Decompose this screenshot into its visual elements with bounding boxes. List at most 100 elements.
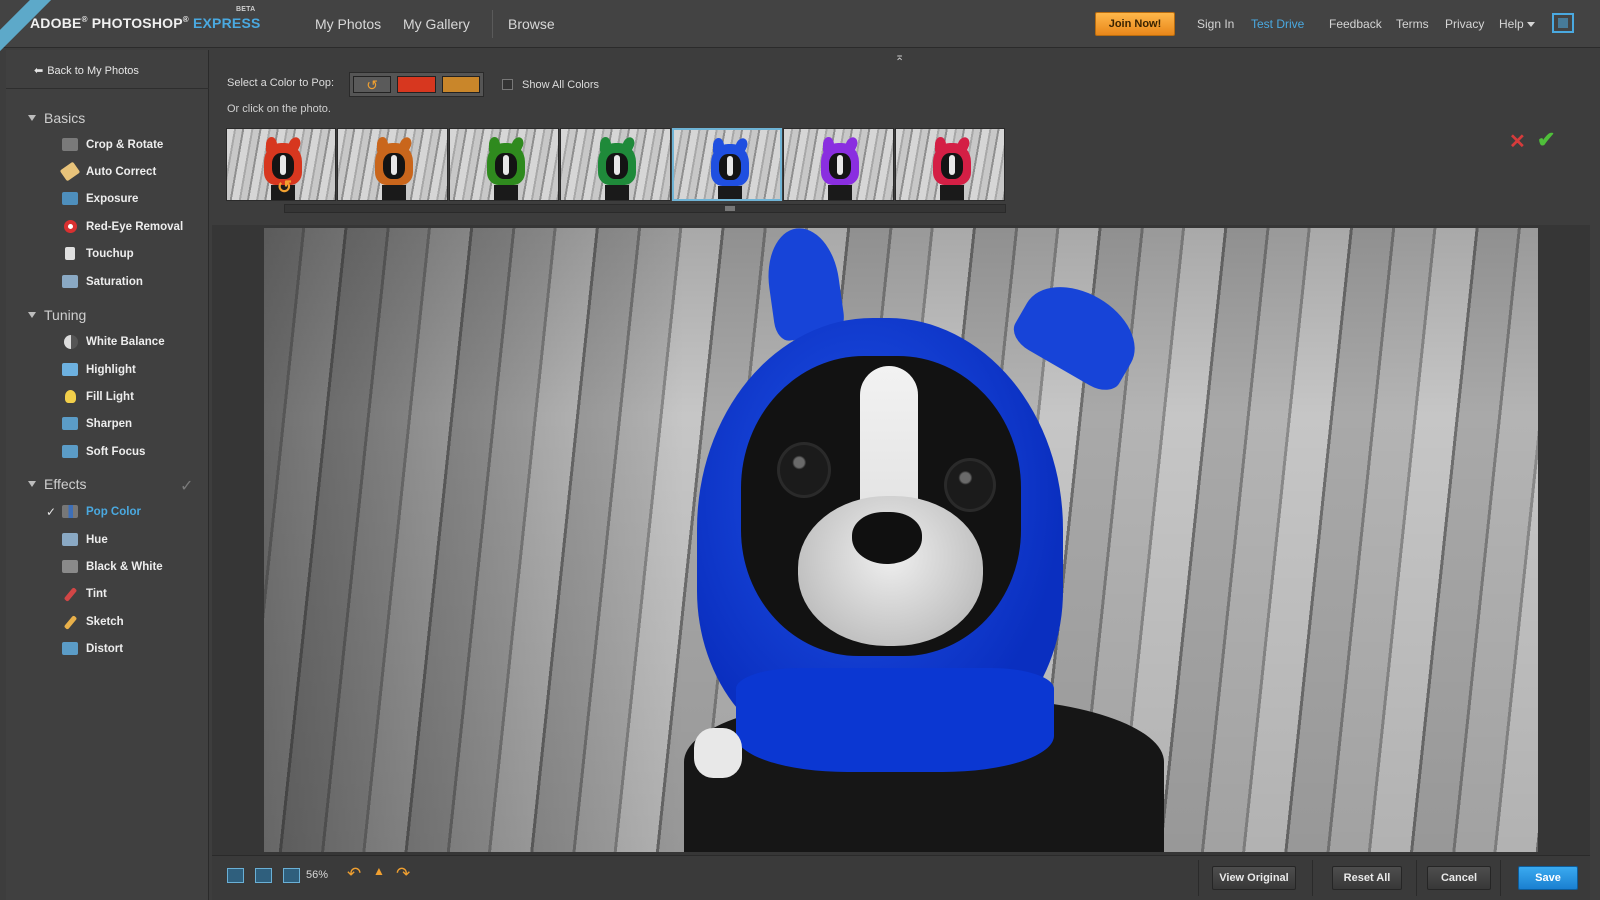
tool-black-white[interactable]: Black & White [62,556,202,578]
tool-hue[interactable]: Hue [62,529,202,551]
section-basics-label: Basics [44,110,86,126]
color-thumbnail[interactable] [560,128,671,201]
reset-all-button[interactable]: Reset All [1332,866,1402,890]
tool-touchup[interactable]: Touchup [62,243,202,265]
white-balance-icon [64,335,78,349]
thumbnail-dog-legs [605,185,630,200]
dog-paw [694,728,742,778]
back-to-my-photos-link[interactable]: ⬅ Back to My Photos [34,64,139,77]
color-thumbnail[interactable] [337,128,448,201]
tool-label: White Balance [86,336,165,348]
orange-swatch[interactable] [441,76,480,93]
actual-size-icon[interactable] [283,868,300,883]
thumbnail-dog-face [718,154,741,180]
link-test-drive[interactable]: Test Drive [1251,17,1304,31]
view-original-button[interactable]: View Original [1212,866,1296,890]
section-tuning-label: Tuning [44,307,87,323]
link-sign-in[interactable]: Sign In [1197,17,1234,31]
tool-auto-correct[interactable]: Auto Correct [59,161,202,183]
cancel-button[interactable]: Cancel [1427,866,1491,890]
tool-distort[interactable]: Distort [62,638,202,660]
tool-fill-light[interactable]: Fill Light [62,386,202,408]
checkmark-icon[interactable]: ✔ [1537,127,1555,153]
tool-label: Distort [86,643,124,655]
undo-icon[interactable]: ↶ [347,864,361,884]
color-thumbnail[interactable]: ↺ [226,128,337,201]
section-tuning[interactable]: Tuning [28,307,86,323]
tool-white-balance[interactable]: White Balance [62,331,202,353]
tool-highlight[interactable]: Highlight [62,359,202,381]
save-button[interactable]: Save [1518,866,1578,890]
edited-photo[interactable] [264,228,1538,852]
tool-exposure[interactable]: Exposure [62,188,202,210]
color-thumbnail[interactable] [448,128,560,201]
tool-soft-focus[interactable]: Soft Focus [62,441,202,463]
back-link-label: Back to My Photos [47,65,139,77]
color-thumbnail[interactable] [894,128,1005,201]
link-help[interactable]: Help [1499,17,1524,31]
pencil-icon [63,615,78,630]
tool-label: Sketch [86,616,124,628]
undo-swatch-icon[interactable]: ↺ [353,76,392,93]
soft-focus-icon [62,445,78,458]
fullscreen-icon[interactable] [1552,13,1574,33]
nav-my-gallery[interactable]: My Gallery [403,16,470,32]
light-bulb-icon [65,390,76,403]
nav-my-photos[interactable]: My Photos [315,16,381,32]
fit-view-icon[interactable] [227,868,244,883]
redo-icon[interactable]: ↷ [396,864,410,884]
tool-label: Black & White [86,561,163,573]
color-swatches: ↺ [349,72,484,97]
zoom-level: 56% [306,869,329,881]
collapse-panel-icon[interactable]: ⌅ [895,52,904,63]
section-basics[interactable]: Basics [28,110,85,126]
app-logo[interactable]: ADOBE® PHOTOSHOP® EXPRESS BETA [30,6,261,31]
dog-eye-left [777,442,831,498]
color-thumbnail[interactable] [783,128,894,201]
bottom-toolbar: 56% ↶ ▲ ↷ View Original Reset All Cancel… [212,855,1590,900]
link-feedback[interactable]: Feedback [1329,17,1382,31]
auto-correct-icon [59,161,81,182]
show-all-colors-checkbox[interactable] [502,79,513,90]
thumbnail-dog-face [494,153,517,179]
color-thumbnails: ↺ [226,128,1006,201]
dog-eye-right [944,458,996,512]
tool-crop-rotate[interactable]: Crop & Rotate [62,134,202,156]
link-privacy[interactable]: Privacy [1445,17,1484,31]
thumbnail-dog-face [829,153,852,179]
logo-adobe: ADOBE [30,15,82,31]
chevron-down-icon[interactable] [1527,22,1535,27]
tool-red-eye-removal[interactable]: Red-Eye Removal [62,216,202,238]
tool-sketch[interactable]: Sketch [62,611,202,633]
sidebar-divider [6,88,209,89]
tool-saturation[interactable]: Saturation [62,271,202,293]
tool-pop-color[interactable]: Pop Color [62,501,202,523]
section-effects-label: Effects [44,476,87,492]
close-icon[interactable]: ✕ [1509,129,1526,154]
tool-label: Exposure [86,193,139,205]
grid-view-icon[interactable] [255,868,272,883]
color-thumbnail[interactable] [671,128,783,201]
saturation-icon [62,275,78,288]
tool-label: Touchup [86,248,134,260]
join-now-button[interactable]: Join Now! [1095,12,1175,36]
rotate-icon[interactable]: ▲ [373,864,385,878]
hood-ear-right [1007,268,1151,398]
tool-tint[interactable]: Tint [62,583,202,605]
thumbnail-scrollbar[interactable] [284,204,1006,213]
triangle-down-icon [28,115,36,121]
top-bar: ADOBE® PHOTOSHOP® EXPRESS BETA My Photos… [0,0,1600,55]
link-terms[interactable]: Terms [1396,17,1429,31]
nav-browse[interactable]: Browse [508,16,555,32]
blue-sweater [736,668,1054,772]
section-effects[interactable]: Effects [28,476,87,492]
tool-sharpen[interactable]: Sharpen [62,413,202,435]
scrollbar-thumb[interactable] [725,206,735,211]
thumbnail-dog-face [940,153,963,179]
tool-applied-check-icon: ✓ [46,505,57,519]
thumbnail-dog-face [272,153,294,179]
red-swatch[interactable] [397,76,436,93]
toolbar-divider [1198,860,1199,896]
toolbar-divider [1312,860,1313,896]
tool-label: Sharpen [86,418,133,430]
